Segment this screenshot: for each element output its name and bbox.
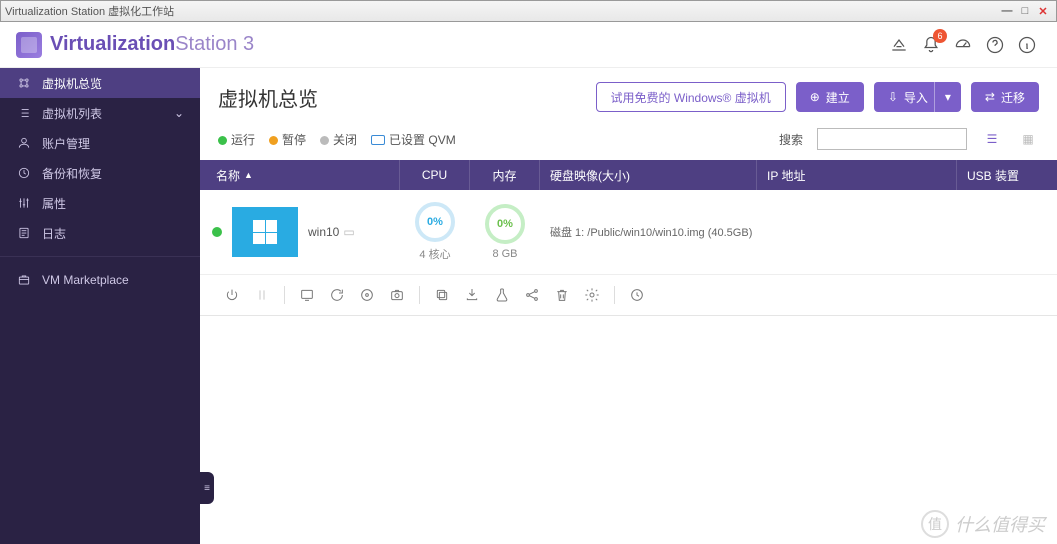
chevron-down-icon: ⌄ — [174, 106, 184, 120]
col-header-disk[interactable]: 硬盘映像(大小) — [540, 160, 757, 190]
window-title: Virtualization Station 虚拟化工作站 — [5, 3, 174, 19]
info-icon[interactable] — [1013, 31, 1041, 59]
view-grid-button[interactable]: ▦ — [1017, 128, 1039, 150]
help-icon[interactable] — [981, 31, 1009, 59]
import-icon: ⇩ — [888, 90, 898, 104]
share-button[interactable] — [518, 283, 546, 307]
system-tray-icon[interactable] — [885, 31, 913, 59]
window-titlebar: Virtualization Station 虚拟化工作站 — □ ✕ — [0, 0, 1057, 22]
delete-button[interactable] — [548, 283, 576, 307]
marketplace-icon — [16, 272, 32, 288]
vm-comment-icon[interactable]: ▭ — [343, 225, 354, 239]
app-brand: VirtualizationStation 3 — [50, 33, 254, 56]
dashboard-icon[interactable] — [949, 31, 977, 59]
page-title: 虚拟机总览 — [218, 83, 318, 112]
refresh-button[interactable] — [323, 283, 351, 307]
user-icon — [16, 135, 32, 151]
col-header-ip[interactable]: IP 地址 — [757, 160, 957, 190]
watermark: 值 什么值得买 — [921, 510, 1045, 538]
sidebar-item-label: 虚拟机列表 — [42, 105, 102, 122]
close-button[interactable]: ✕ — [1034, 5, 1052, 18]
sidebar-item-label: 虚拟机总览 — [42, 75, 102, 92]
filter-stopped[interactable]: 关闭 — [320, 131, 357, 148]
clone-button[interactable] — [428, 283, 456, 307]
sidebar-item-backup[interactable]: 备份和恢复 — [0, 158, 200, 188]
table-header: 名称▲ CPU 内存 硬盘映像(大小) IP 地址 USB 装置 — [200, 160, 1057, 190]
import-button[interactable]: ⇩导入▾ — [874, 82, 961, 112]
sidebar-item-vmlist[interactable]: 虚拟机列表 ⌄ — [0, 98, 200, 128]
view-list-button[interactable]: ☰ — [981, 128, 1003, 150]
sidebar-item-label: 属性 — [42, 195, 66, 212]
migrate-button[interactable]: ⇄迁移 — [971, 82, 1039, 112]
col-header-name[interactable]: 名称▲ — [200, 160, 400, 190]
sidebar-item-label: 备份和恢复 — [42, 165, 102, 182]
sidebar-item-settings[interactable]: 属性 — [0, 188, 200, 218]
cpu-cores-label: 4 核心 — [419, 246, 450, 262]
snapshot-button[interactable] — [383, 283, 411, 307]
sidebar-item-marketplace[interactable]: VM Marketplace — [0, 265, 200, 295]
sidebar-item-label: 账户管理 — [42, 135, 90, 152]
settings-button[interactable] — [578, 283, 606, 307]
sliders-icon — [16, 195, 32, 211]
migrate-icon: ⇄ — [985, 90, 995, 104]
cpu-gauge: 0% — [415, 202, 455, 242]
qvm-icon — [371, 135, 385, 145]
backup-icon — [16, 165, 32, 181]
filter-running[interactable]: 运行 — [218, 131, 255, 148]
minimize-button[interactable]: — — [998, 5, 1016, 17]
import-dropdown-arrow[interactable]: ▾ — [934, 82, 961, 112]
sort-asc-icon: ▲ — [244, 170, 253, 180]
vm-action-toolbar — [200, 275, 1057, 316]
windows-logo-icon — [253, 220, 277, 244]
main-content: 虚拟机总览 试用免费的 Windows® 虚拟机 ⊕建立 ⇩导入▾ ⇄迁移 运行… — [200, 68, 1057, 544]
create-button[interactable]: ⊕建立 — [796, 82, 864, 112]
col-header-cpu[interactable]: CPU — [400, 160, 470, 190]
app-logo-icon — [16, 32, 42, 58]
disc-button[interactable] — [353, 283, 381, 307]
vm-name: win10 — [308, 225, 339, 239]
sidebar-item-label: 日志 — [42, 225, 66, 242]
vm-row[interactable]: win10 ▭ 0% 4 核心 0% 8 GB 磁盘 1: /Public/win… — [200, 190, 1057, 275]
vm-disk-info: 磁盘 1: /Public/win10/win10.img (40.5GB) — [540, 224, 757, 240]
export-button[interactable] — [458, 283, 486, 307]
overview-icon — [16, 75, 32, 91]
filter-paused[interactable]: 暂停 — [269, 131, 306, 148]
list-icon — [16, 105, 32, 121]
plus-icon: ⊕ — [810, 90, 820, 104]
power-button[interactable] — [218, 283, 246, 307]
log-icon — [16, 225, 32, 241]
sidebar-item-label: VM Marketplace — [42, 273, 129, 287]
maximize-button[interactable]: □ — [1016, 5, 1034, 17]
history-button[interactable] — [623, 283, 651, 307]
notifications-icon[interactable]: 6 — [917, 31, 945, 59]
search-input[interactable] — [817, 128, 967, 150]
filter-qvm[interactable]: 已设置 QVM — [371, 131, 456, 148]
filter-bar: 运行 暂停 关闭 已设置 QVM 搜索 ☰ ▦ — [200, 122, 1057, 160]
sidebar-item-logs[interactable]: 日志 — [0, 218, 200, 248]
app-header: VirtualizationStation 3 6 — [0, 22, 1057, 68]
memory-gauge: 0% — [485, 204, 525, 244]
sidebar: 虚拟机总览 虚拟机列表 ⌄ 账户管理 备份和恢复 属性 日志 VM Market… — [0, 68, 200, 544]
console-button[interactable] — [293, 283, 321, 307]
sidebar-item-accounts[interactable]: 账户管理 — [0, 128, 200, 158]
trial-windows-button[interactable]: 试用免费的 Windows® 虚拟机 — [596, 82, 786, 112]
vm-status-dot — [212, 227, 222, 237]
vm-thumbnail[interactable] — [232, 207, 298, 257]
sidebar-collapse-handle[interactable]: ≡ — [200, 472, 214, 504]
pause-button[interactable] — [248, 283, 276, 307]
col-header-usb[interactable]: USB 装置 — [957, 160, 1057, 190]
col-header-mem[interactable]: 内存 — [470, 160, 540, 190]
sidebar-item-overview[interactable]: 虚拟机总览 — [0, 68, 200, 98]
memory-size-label: 8 GB — [492, 248, 517, 260]
search-label: 搜索 — [779, 131, 803, 148]
flask-button[interactable] — [488, 283, 516, 307]
notification-badge: 6 — [933, 29, 947, 43]
